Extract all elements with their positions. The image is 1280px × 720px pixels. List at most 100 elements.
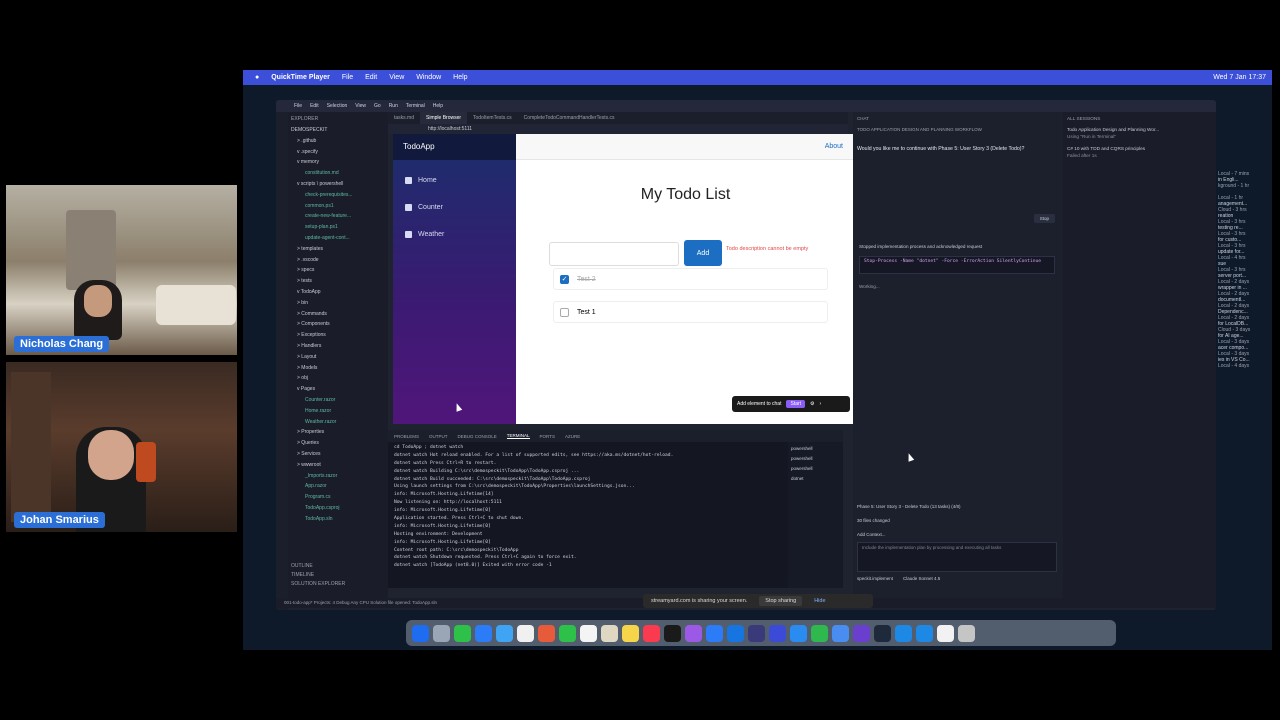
tree-folder[interactable]: > .vscode <box>291 255 385 266</box>
dock-app-icon[interactable] <box>790 624 807 642</box>
tree-folder[interactable]: > Components <box>291 319 385 330</box>
tree-folder[interactable]: v memory <box>291 157 385 168</box>
dock-app-icon[interactable] <box>895 624 912 642</box>
background-session-item[interactable]: Dependenc... Local - 2 days <box>1218 309 1272 321</box>
background-session-item[interactable]: documentl... Local - 2 days <box>1218 297 1272 309</box>
chevron-right-icon[interactable]: › <box>820 401 822 407</box>
session-item[interactable]: Todo Application Design and Planning Wor… <box>1067 127 1212 140</box>
tree-folder[interactable]: > Properties <box>291 427 385 438</box>
tab-problems[interactable]: PROBLEMS <box>394 434 419 439</box>
apple-icon[interactable]: ● <box>255 74 259 81</box>
dock-app-icon[interactable] <box>727 624 744 642</box>
tree-file[interactable]: constitution.md <box>291 168 385 179</box>
tree-file[interactable]: check-prerequisites... <box>291 190 385 201</box>
background-session-item[interactable]: Local - 1 hr <box>1218 189 1272 201</box>
start-button[interactable]: Start <box>786 400 806 408</box>
tree-file[interactable]: App.razor <box>291 481 385 492</box>
background-session-item[interactable]: testing re... Local - 3 hrs <box>1218 225 1272 237</box>
background-session-item[interactable]: for AI age... Local - 3 days <box>1218 333 1272 345</box>
tree-folder[interactable]: v .specify <box>291 147 385 158</box>
dock-app-icon[interactable] <box>454 624 471 642</box>
about-link[interactable]: About <box>825 143 843 150</box>
background-session-item[interactable]: Local - 7 mins <box>1218 165 1272 177</box>
tab-complete-handler-tests[interactable]: CompleteTodoCommandHandlerTests.cs <box>518 112 621 124</box>
nav-weather[interactable]: Weather <box>405 231 444 238</box>
dock-app-icon[interactable] <box>580 624 597 642</box>
tree-file[interactable]: setup-plan.ps1 <box>291 222 385 233</box>
vs-menu-go[interactable]: Go <box>374 103 381 109</box>
vs-menu-file[interactable]: File <box>294 103 302 109</box>
tree-folder[interactable]: > templates <box>291 244 385 255</box>
checkbox-checked-icon[interactable]: ✓ <box>560 274 569 284</box>
tab-simple-browser[interactable]: Simple Browser <box>420 112 468 124</box>
app-brand[interactable]: TodoApp <box>393 134 516 160</box>
menubar-clock[interactable]: Wed 7 Jan 17:37 <box>1213 74 1266 81</box>
dock-app-icon[interactable] <box>517 624 534 642</box>
dock-app-icon[interactable] <box>664 624 681 642</box>
menubar-item-edit[interactable]: Edit <box>365 74 377 81</box>
phase-progress[interactable]: Phase 5: User Story 3 - Delete Todo (13 … <box>857 500 1057 514</box>
dock-app-icon[interactable] <box>475 624 492 642</box>
tree-folder[interactable]: > wwwroot <box>291 460 385 471</box>
tab-output[interactable]: OUTPUT <box>429 434 448 439</box>
solution-explorer-section[interactable]: SOLUTION EXPLORER <box>291 580 345 589</box>
background-session-item[interactable]: server port... Local - 2 days <box>1218 273 1272 285</box>
model-selector[interactable]: Claude Sonnet 4.5 <box>903 572 940 586</box>
tree-file[interactable]: create-new-feature... <box>291 211 385 222</box>
tree-folder[interactable]: > Commands <box>291 309 385 320</box>
background-session-item[interactable]: ies in VS Co... Local - 4 days <box>1218 357 1272 369</box>
chat-input[interactable]: Include the implementation plan by proce… <box>857 542 1057 572</box>
tree-file[interactable]: Home.razor <box>291 406 385 417</box>
tree-file[interactable]: Weather.razor <box>291 417 385 428</box>
dock-app-icon[interactable] <box>433 624 450 642</box>
dock-app-icon[interactable] <box>874 624 891 642</box>
menubar-item-view[interactable]: View <box>389 74 404 81</box>
session-item[interactable]: C# 10 with TDD and CQRS principles Faile… <box>1067 146 1212 159</box>
tree-folder[interactable]: > Handlers <box>291 341 385 352</box>
dock-app-icon[interactable] <box>916 624 933 642</box>
menubar-item-file[interactable]: File <box>342 74 353 81</box>
vs-menu-terminal[interactable]: Terminal <box>406 103 425 109</box>
tree-file[interactable]: TodoApp.sln <box>291 514 385 525</box>
dock-app-icon[interactable] <box>643 624 660 642</box>
tree-folder[interactable]: > specs <box>291 265 385 276</box>
tree-file[interactable]: Program.cs <box>291 492 385 503</box>
add-button[interactable]: Add <box>684 240 722 266</box>
dock-app-icon[interactable] <box>685 624 702 642</box>
checkbox-icon[interactable] <box>560 307 569 317</box>
stop-button[interactable]: Stop <box>1033 214 1055 223</box>
dock-app-icon[interactable] <box>769 624 786 642</box>
tree-folder[interactable]: > Queries <box>291 438 385 449</box>
dock-app-icon[interactable] <box>748 624 765 642</box>
tree-folder[interactable]: > Services <box>291 449 385 460</box>
hide-button[interactable]: Hide <box>814 598 825 604</box>
menubar-item-window[interactable]: Window <box>416 74 441 81</box>
tree-file[interactable]: Counter.razor <box>291 395 385 406</box>
outline-section[interactable]: OUTLINE <box>291 562 345 571</box>
tree-folder[interactable]: > obj <box>291 373 385 384</box>
nav-counter[interactable]: Counter <box>405 204 443 211</box>
nav-home[interactable]: Home <box>405 177 437 184</box>
menubar-item-help[interactable]: Help <box>453 74 467 81</box>
dock-app-icon[interactable] <box>622 624 639 642</box>
tree-folder[interactable]: > Layout <box>291 352 385 363</box>
dock-app-icon[interactable] <box>496 624 513 642</box>
dock-app-icon[interactable] <box>853 624 870 642</box>
vs-menu-view[interactable]: View <box>355 103 366 109</box>
tree-folder[interactable]: > Exceptions <box>291 330 385 341</box>
vs-menu-selection[interactable]: Selection <box>327 103 348 109</box>
tree-folder[interactable]: > Models <box>291 363 385 374</box>
dock-app-icon[interactable] <box>811 624 828 642</box>
tree-folder[interactable]: > .github <box>291 136 385 147</box>
terminal-session[interactable]: powershell <box>791 464 840 474</box>
dock-app-icon[interactable] <box>937 624 954 642</box>
tab-todoitemtests[interactable]: TodoItemTests.cs <box>467 112 518 124</box>
terminal-session[interactable]: powershell <box>791 444 840 454</box>
tab-terminal[interactable]: TERMINAL <box>506 433 530 439</box>
terminal-session[interactable]: powershell <box>791 454 840 464</box>
terminal-session[interactable]: dotnet <box>791 474 840 484</box>
background-session-item[interactable]: anagement... Cloud - 3 hrs <box>1218 201 1272 213</box>
files-changed[interactable]: 30 files changed <box>857 514 1057 528</box>
tree-folder[interactable]: v TodoApp <box>291 287 385 298</box>
dock-app-icon[interactable] <box>601 624 618 642</box>
